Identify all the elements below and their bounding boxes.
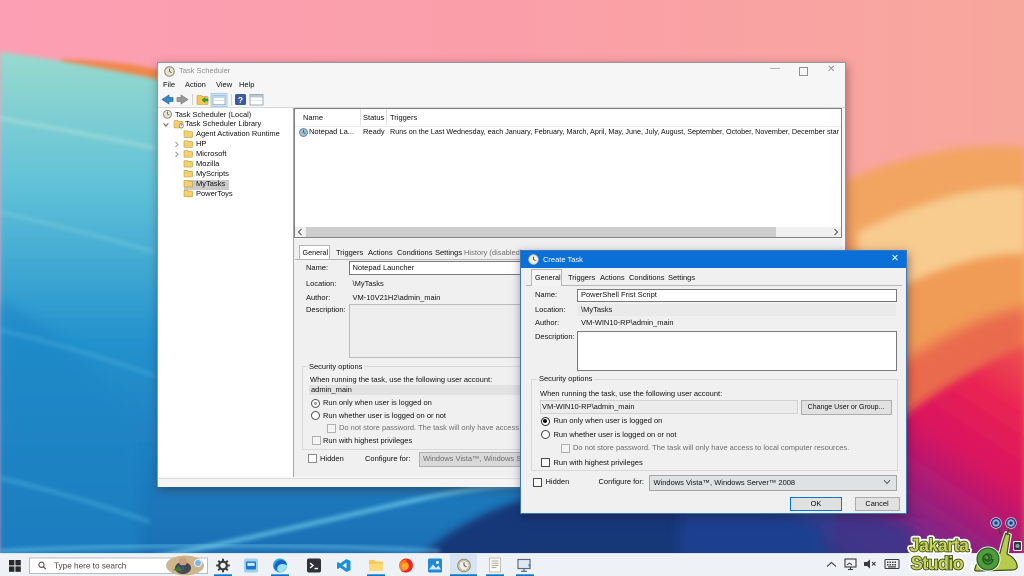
svg-text:Jakarta: Jakarta	[910, 536, 970, 556]
svg-text:Type here to search: Type here to search	[54, 562, 127, 571]
svg-text:Studio: Studio	[911, 554, 964, 574]
svg-text:?: ?	[238, 95, 243, 105]
